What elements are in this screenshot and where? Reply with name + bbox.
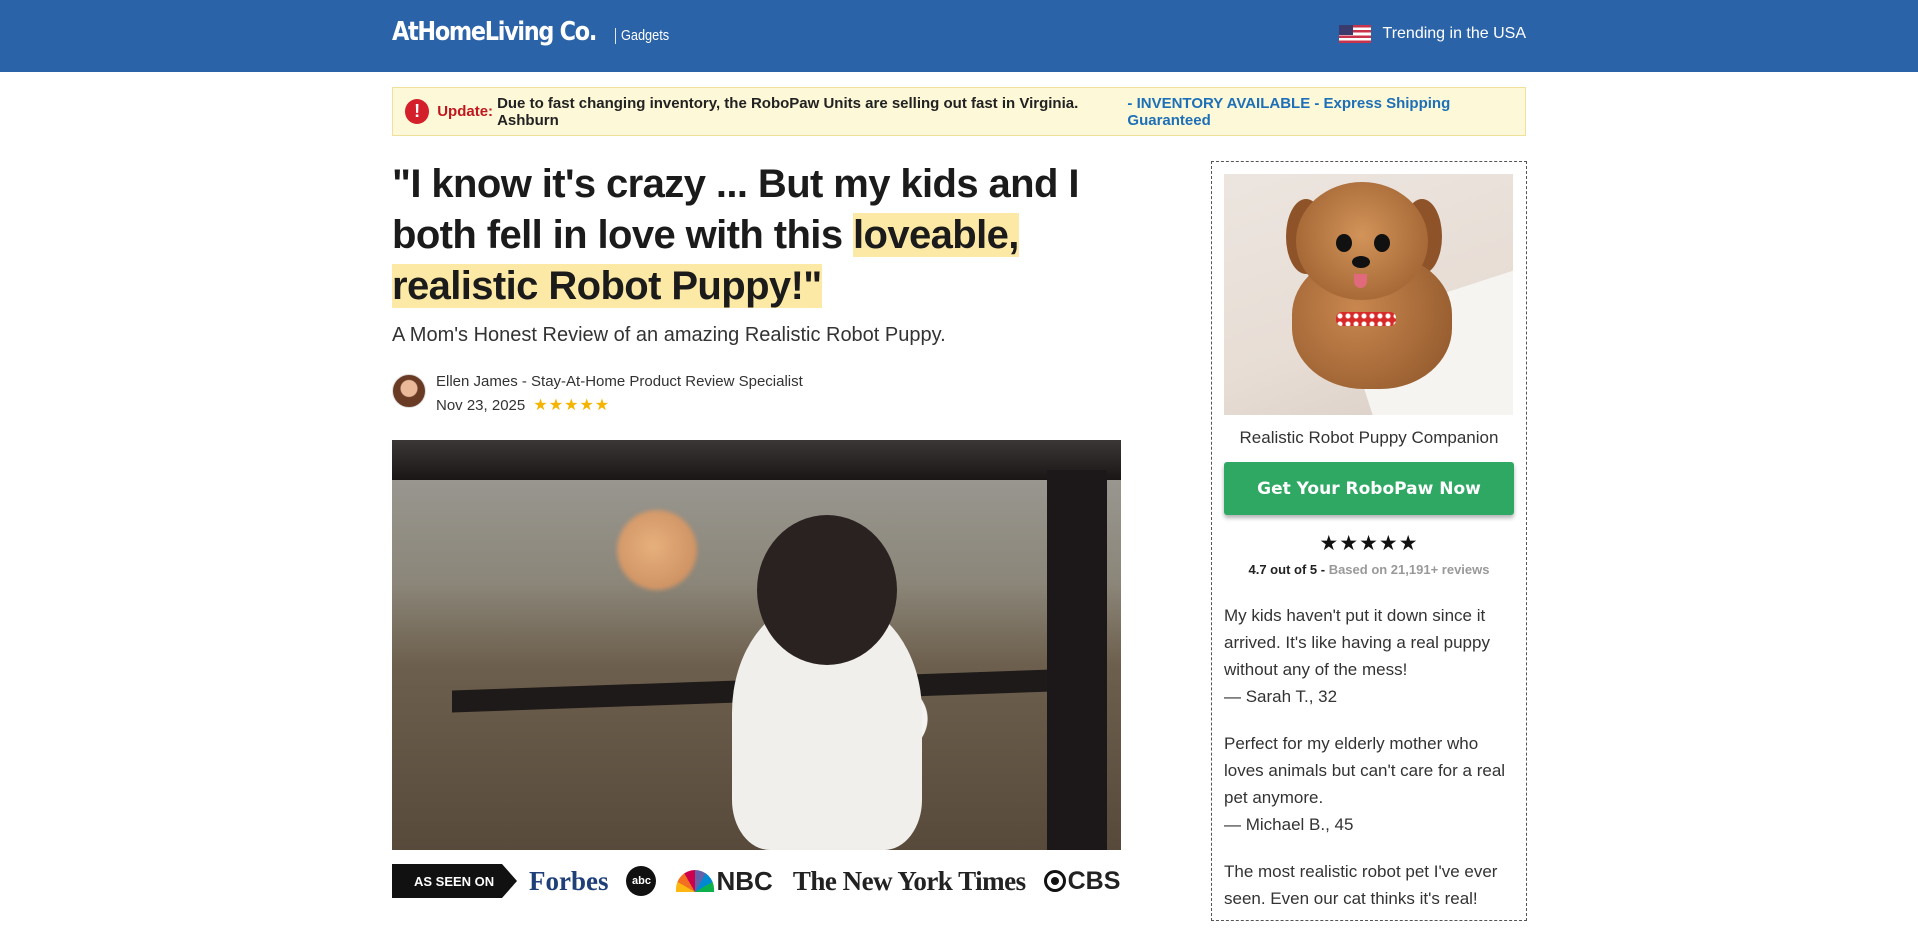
brand-logo[interactable]: AtHomeLiving Co. Gadgets	[392, 17, 679, 47]
rating-score: 4.7 out of 5 -	[1248, 562, 1326, 577]
trending-indicator: Trending in the USA	[1338, 25, 1526, 43]
forbes-logo: Forbes	[529, 865, 609, 896]
testimonials-list: My kids haven't put it down since it arr…	[1224, 602, 1518, 932]
cbs-logo: CBS	[1043, 867, 1120, 896]
product-image[interactable]	[1224, 174, 1513, 415]
article-headline: "I know it's crazy ... But my kids and I…	[392, 159, 1112, 312]
peacock-icon	[676, 870, 715, 892]
product-sidebar: Realistic Robot Puppy Companion Get Your…	[1211, 161, 1527, 921]
inventory-alert-banner: ! Update: Due to fast changing inventory…	[392, 87, 1526, 136]
nbc-logo: NBC	[676, 866, 773, 897]
brand-category: Gadgets	[615, 28, 669, 44]
alert-icon: !	[405, 99, 430, 124]
as-seen-on-bar: AS SEEN ON Forbes abc NBC The New York T…	[392, 862, 1121, 900]
author-byline: Ellen James - Stay-At-Home Product Revie…	[392, 370, 803, 418]
testimonial-quote: Perfect for my elderly mother who loves …	[1224, 734, 1506, 807]
testimonial-author: — Sarah T., 32	[1224, 687, 1338, 706]
abc-logo: abc	[626, 866, 657, 896]
nyt-logo: The New York Times	[792, 865, 1026, 896]
trending-text: Trending in the USA	[1382, 25, 1526, 42]
testimonial-quote: My kids haven't put it down since it arr…	[1224, 606, 1490, 679]
testimonial: Perfect for my elderly mother who loves …	[1224, 730, 1518, 838]
publish-date: Nov 23, 2025	[436, 397, 526, 414]
alert-text: Due to fast changing inventory, the Robo…	[497, 94, 1079, 129]
hero-image	[392, 440, 1121, 850]
rating-summary: 4.7 out of 5 - Based on 21,191+ reviews	[1212, 562, 1526, 577]
article-rating-stars: ★★★★★	[533, 397, 611, 414]
article-subheadline: A Mom's Honest Review of an amazing Real…	[392, 324, 946, 346]
cbs-eye-icon	[1043, 870, 1066, 892]
testimonial-quote: The most realistic robot pet I've ever s…	[1224, 862, 1498, 908]
testimonial-author: — Michael B., 45	[1224, 815, 1354, 834]
brand-name: AtHomeLiving Co.	[392, 17, 597, 47]
author-name: Ellen James - Stay-At-Home Product Revie…	[436, 373, 803, 390]
top-header-bar: AtHomeLiving Co. Gadgets Trending in the…	[0, 0, 1918, 72]
review-count: Based on 21,191+ reviews	[1328, 562, 1490, 577]
buy-now-button[interactable]: Get Your RoboPaw Now	[1224, 462, 1514, 515]
inventory-available-link[interactable]: - INVENTORY AVAILABLE - Express Shipping…	[1127, 95, 1525, 129]
testimonial: The most realistic robot pet I've ever s…	[1224, 858, 1518, 912]
us-flag-icon	[1338, 25, 1371, 43]
alert-label: Update:	[437, 103, 494, 120]
rating-stars: ★★★★★	[1319, 532, 1419, 555]
product-name: Realistic Robot Puppy Companion	[1239, 428, 1499, 447]
testimonial: My kids haven't put it down since it arr…	[1224, 602, 1518, 710]
as-seen-on-label: AS SEEN ON	[392, 864, 517, 898]
author-avatar	[392, 374, 426, 408]
